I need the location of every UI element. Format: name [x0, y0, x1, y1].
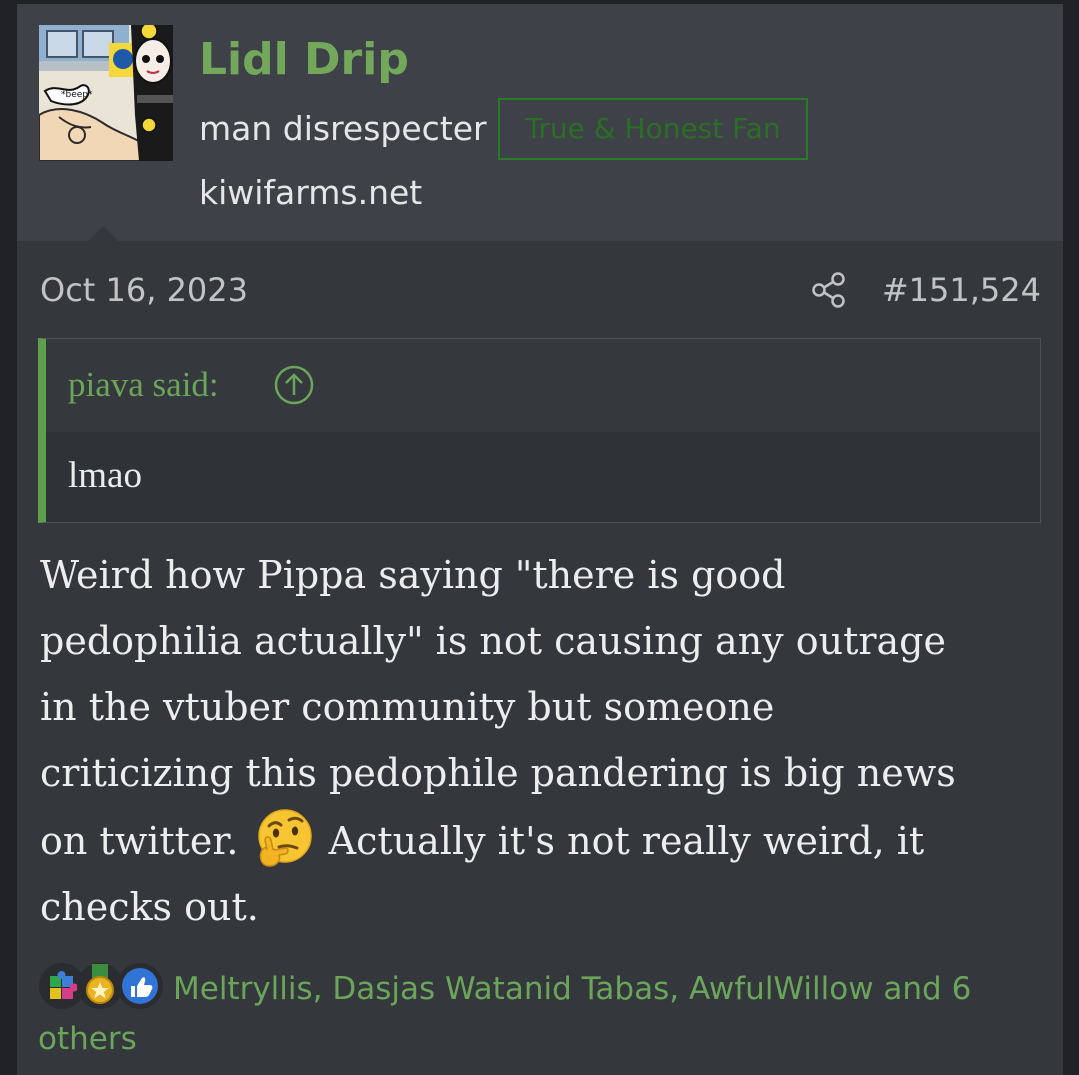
post-number[interactable]: #151,524 — [882, 268, 1041, 312]
message-line: checks out. — [40, 885, 259, 929]
message-text: Actually it's not really weird, it — [328, 819, 925, 863]
header-arrow — [87, 226, 119, 242]
avatar[interactable]: *beep* — [39, 25, 173, 161]
username[interactable]: Lidl Drip — [199, 30, 409, 90]
user-title: man disrespecter — [199, 109, 487, 148]
reaction-list-link[interactable]: Meltryllis, Dasjas Watanid Tabas, AwfulW… — [38, 964, 1043, 1064]
avatar-beep-text: *beep* — [61, 90, 93, 100]
user-site: kiwifarms.net — [199, 173, 423, 212]
arrow-up-circle-icon[interactable] — [273, 364, 315, 406]
post-date[interactable]: Oct 16, 2023 — [40, 268, 248, 312]
user-banner: True & Honest Fan — [498, 98, 808, 160]
message-line: Weird how Pippa saying "there is good — [40, 553, 786, 597]
thinking-face-emoji — [257, 809, 312, 867]
quote-text: lmao — [68, 455, 142, 496]
forum-post: *beep* Lidl Drip man disrespecter True &… — [17, 4, 1063, 1075]
message-line: on twitter. Actually it's not really wei… — [40, 806, 1040, 874]
post-message: Weird how Pippa saying "there is good pe… — [40, 542, 1040, 940]
quote-author[interactable]: piava said: — [68, 361, 219, 409]
quote-header: piava said: — [46, 339, 1040, 432]
avatar-image: *beep* — [39, 25, 173, 161]
share-icon[interactable] — [811, 272, 847, 308]
message-line: criticizing this pedophile pandering is … — [40, 751, 956, 795]
user-header: *beep* Lidl Drip man disrespecter True &… — [17, 4, 1063, 242]
message-line: in the vtuber community but someone — [40, 685, 775, 729]
message-line: pedophilia actually" is not causing any … — [40, 619, 946, 663]
quote-block: piava said: lmao — [38, 338, 1041, 523]
message-text: on twitter. — [40, 819, 239, 863]
